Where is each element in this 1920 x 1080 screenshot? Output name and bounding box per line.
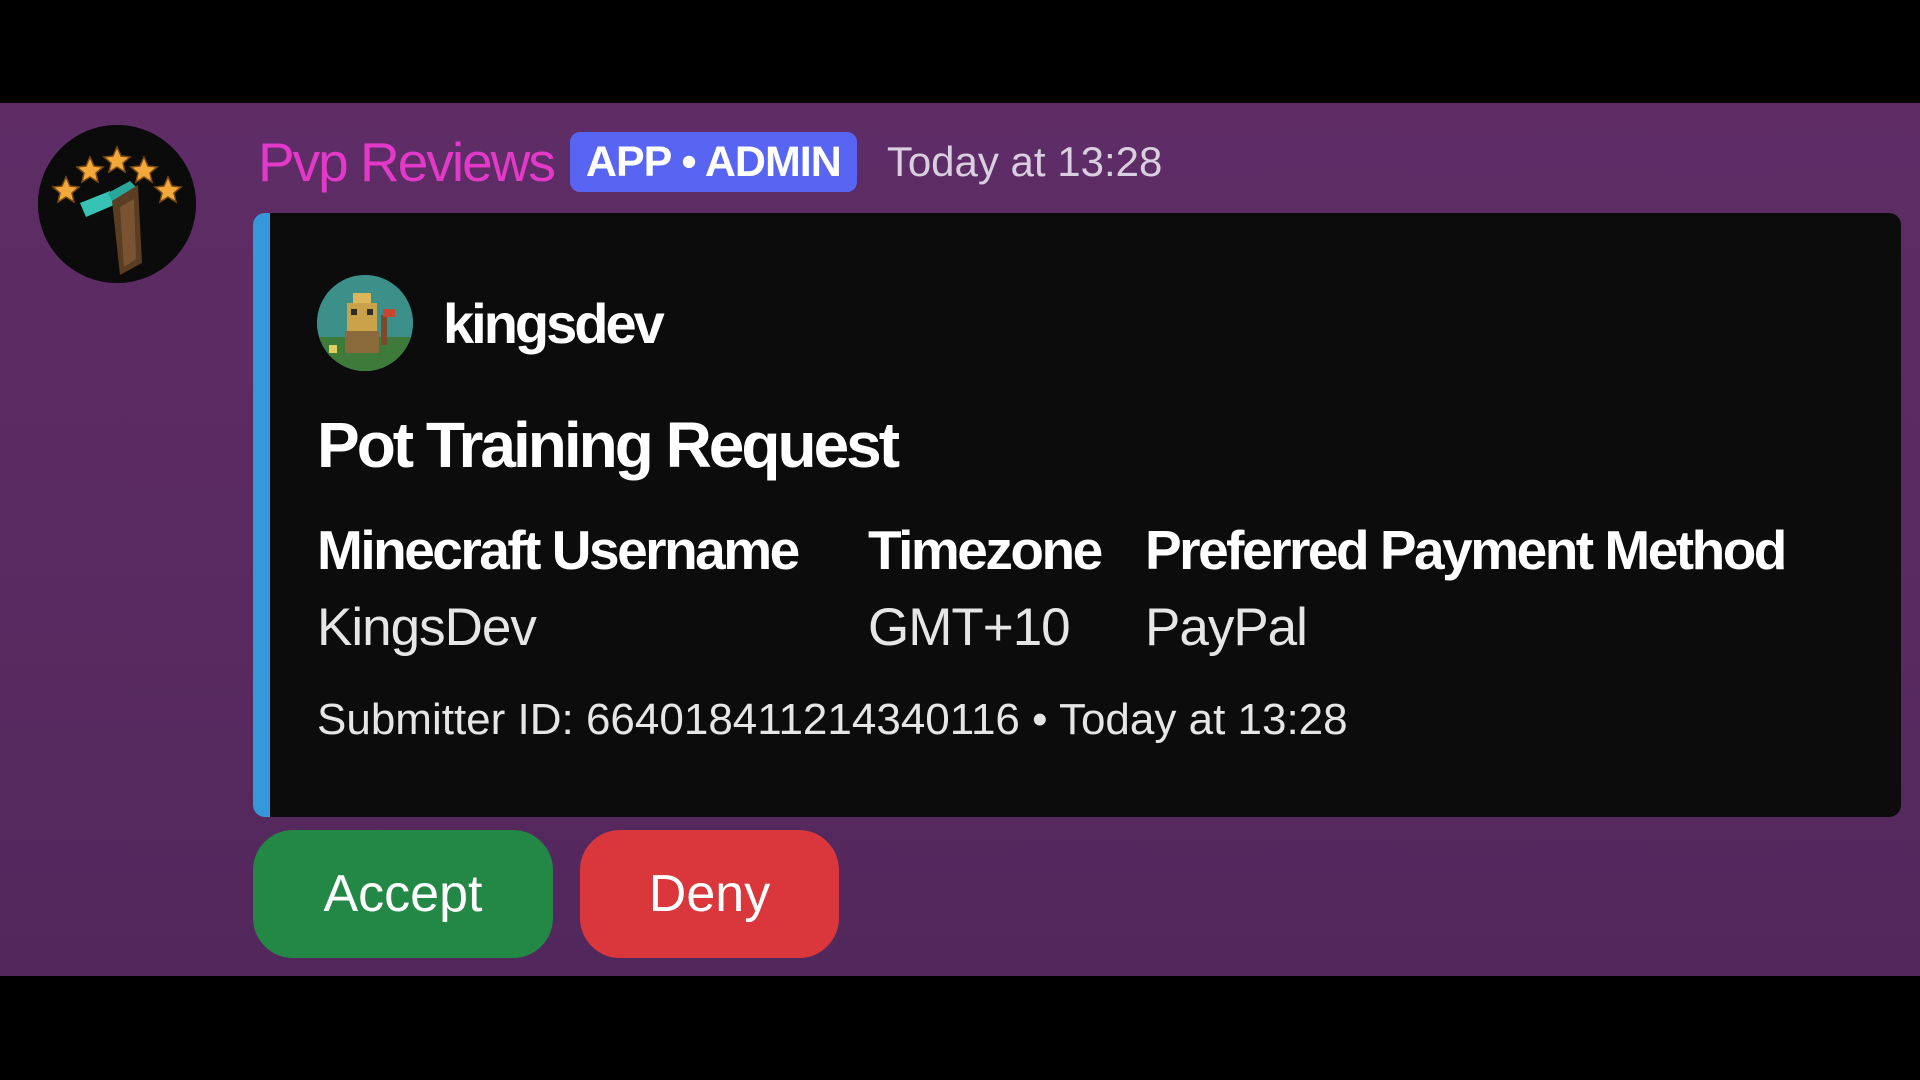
- deny-button[interactable]: Deny: [580, 830, 839, 958]
- field-value: GMT+10: [868, 598, 1071, 657]
- accept-button[interactable]: Accept: [253, 830, 553, 958]
- field-name: Minecraft Username: [317, 519, 800, 581]
- embed-author: kingsdev: [317, 275, 665, 371]
- message-header: Pvp Reviews APP • ADMIN Today at 13:28: [258, 127, 1162, 197]
- field-minecraft-username: Minecraft Username KingsDev: [317, 515, 800, 663]
- embed-card: kingsdev Pot Training Request Minecraft …: [253, 213, 1901, 817]
- app-admin-badge: APP • ADMIN: [569, 132, 857, 192]
- embed-title: Pot Training Request: [317, 409, 900, 481]
- bot-avatar-icon[interactable]: [38, 125, 196, 283]
- field-name: Timezone: [868, 519, 1103, 581]
- embed-footer: Submitter ID: 664018411214340116 • Today…: [317, 695, 1348, 744]
- field-value: KingsDev: [317, 598, 537, 657]
- letterbox-bottom: [0, 976, 1920, 1080]
- field-timezone: Timezone GMT+10: [868, 515, 1103, 663]
- field-name: Preferred Payment Method: [1145, 519, 1787, 581]
- author-avatar-icon: [317, 275, 413, 371]
- field-payment-method: Preferred Payment Method PayPal: [1145, 515, 1787, 663]
- bot-username[interactable]: Pvp Reviews: [258, 130, 556, 194]
- letterbox-top: [0, 0, 1920, 103]
- message-timestamp[interactable]: Today at 13:28: [887, 138, 1163, 186]
- chat-message: Pvp Reviews APP • ADMIN Today at 13:28 k…: [0, 103, 1920, 976]
- embed-author-name[interactable]: kingsdev: [443, 291, 665, 356]
- field-value: PayPal: [1145, 598, 1308, 657]
